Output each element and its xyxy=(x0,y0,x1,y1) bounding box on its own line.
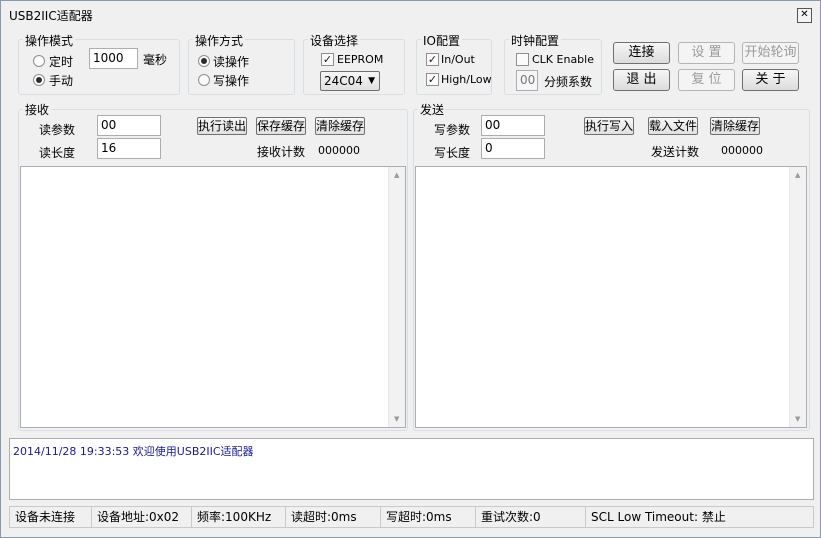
status-scl-timeout: SCL Low Timeout: 禁止 xyxy=(585,506,814,528)
clear-receive-cache-button[interactable]: 清除缓存 xyxy=(315,117,365,135)
read-op-radio[interactable] xyxy=(198,55,210,67)
chevron-down-icon: ▼ xyxy=(368,76,375,86)
title-bar: USB2IIC适配器 ✕ xyxy=(1,1,820,29)
status-connection: 设备未连接 xyxy=(9,506,92,528)
inout-label: In/Out xyxy=(441,53,475,66)
about-button[interactable]: 关 于 xyxy=(742,69,799,91)
settings-button[interactable]: 设 置 xyxy=(678,42,735,64)
eeprom-label: EEPROM xyxy=(337,53,384,66)
close-icon[interactable]: ✕ xyxy=(797,8,812,23)
log-line: 2014/11/28 19:33:53 欢迎使用USB2IIC适配器 xyxy=(13,445,254,458)
status-read-timeout: 读超时:0ms xyxy=(285,506,381,528)
log-area[interactable]: 2014/11/28 19:33:53 欢迎使用USB2IIC适配器 xyxy=(9,438,814,500)
device-title: 设备选择 xyxy=(308,32,361,49)
write-length-label: 写长度 xyxy=(434,146,471,160)
reset-button[interactable]: 复 位 xyxy=(678,69,735,91)
load-file-button[interactable]: 载入文件 xyxy=(648,117,698,135)
send-scrollbar[interactable]: ▲ ▼ xyxy=(789,167,806,427)
receive-title: 接收 xyxy=(23,101,52,118)
read-param-label: 读参数 xyxy=(39,123,76,137)
interval-input[interactable]: 1000 xyxy=(89,48,138,69)
op-method-title: 操作方式 xyxy=(193,32,246,49)
receive-count-label: 接收计数 xyxy=(257,145,306,159)
status-retries: 重试次数:0 xyxy=(475,506,586,528)
write-param-label: 写参数 xyxy=(434,123,471,137)
receive-count-value: 000000 xyxy=(318,144,360,157)
highlow-checkbox[interactable]: ✓ xyxy=(426,73,439,86)
clear-send-cache-button[interactable]: 清除缓存 xyxy=(710,117,760,135)
chip-select[interactable]: 24C04 ▼ xyxy=(320,71,380,91)
clk-enable-checkbox[interactable] xyxy=(516,53,529,66)
write-op-radio[interactable] xyxy=(198,74,210,86)
manual-radio[interactable] xyxy=(33,74,45,86)
window-title: USB2IIC适配器 xyxy=(9,9,93,23)
read-param-input[interactable]: 00 xyxy=(97,115,161,136)
connect-button[interactable]: 连接 xyxy=(613,42,670,64)
exec-write-button[interactable]: 执行写入 xyxy=(584,117,634,135)
status-frequency: 频率:100KHz xyxy=(191,506,286,528)
op-mode-title: 操作模式 xyxy=(23,32,76,49)
write-param-input[interactable]: 00 xyxy=(481,115,545,136)
read-op-label: 读操作 xyxy=(213,55,250,69)
start-poll-button[interactable]: 开始轮询 xyxy=(742,42,799,64)
status-address: 设备地址:0x02 xyxy=(91,506,192,528)
timed-label: 定时 xyxy=(49,55,74,69)
status-bar: 设备未连接 设备地址:0x02 频率:100KHz 读超时:0ms 写超时:0m… xyxy=(9,506,814,528)
send-textarea[interactable]: ▲ ▼ xyxy=(415,166,807,428)
write-length-input[interactable]: 0 xyxy=(481,138,545,159)
send-title: 发送 xyxy=(418,101,447,118)
highlow-label: High/Low xyxy=(441,73,492,86)
manual-label: 手动 xyxy=(49,74,74,88)
main-window: USB2IIC适配器 ✕ 操作模式 定时 手动 1000 毫秒 操作方式 读操作… xyxy=(0,0,821,538)
scroll-up-icon[interactable]: ▲ xyxy=(795,171,800,179)
send-count-label: 发送计数 xyxy=(651,145,700,159)
exit-button[interactable]: 退 出 xyxy=(613,69,670,91)
clk-enable-label: CLK Enable xyxy=(532,53,594,66)
save-cache-button[interactable]: 保存缓存 xyxy=(256,117,306,135)
scroll-up-icon[interactable]: ▲ xyxy=(394,171,399,179)
read-length-input[interactable]: 16 xyxy=(97,138,161,159)
interval-unit: 毫秒 xyxy=(143,53,168,67)
divider-input[interactable]: 00 xyxy=(516,70,538,91)
inout-checkbox[interactable]: ✓ xyxy=(426,53,439,66)
scroll-down-icon[interactable]: ▼ xyxy=(394,415,399,423)
scroll-down-icon[interactable]: ▼ xyxy=(795,415,800,423)
clock-title: 时钟配置 xyxy=(509,32,562,49)
chip-select-value: 24C04 xyxy=(324,74,363,88)
eeprom-checkbox[interactable]: ✓ xyxy=(321,53,334,66)
receive-scrollbar[interactable]: ▲ ▼ xyxy=(388,167,405,427)
timed-radio[interactable] xyxy=(33,55,45,67)
receive-textarea[interactable]: ▲ ▼ xyxy=(20,166,406,428)
io-title: IO配置 xyxy=(421,32,462,49)
divider-label: 分频系数 xyxy=(544,75,593,89)
write-op-label: 写操作 xyxy=(213,74,250,88)
send-count-value: 000000 xyxy=(721,144,763,157)
read-length-label: 读长度 xyxy=(39,146,76,160)
exec-read-button[interactable]: 执行读出 xyxy=(197,117,247,135)
status-write-timeout: 写超时:0ms xyxy=(380,506,476,528)
